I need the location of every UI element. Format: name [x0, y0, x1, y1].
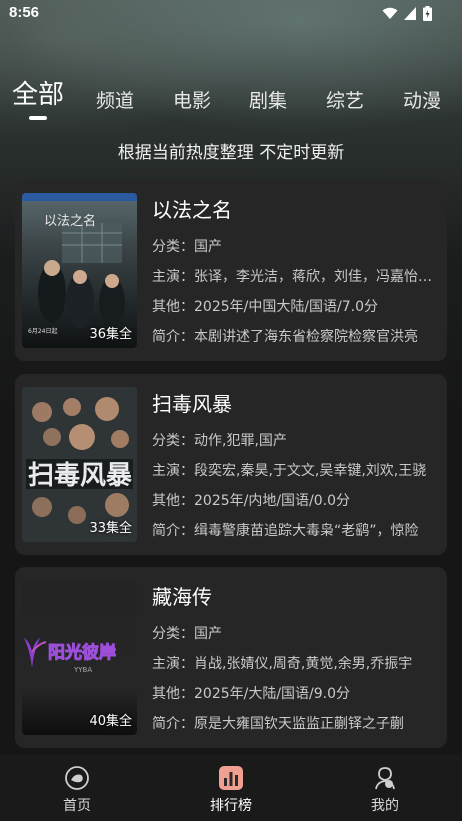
profile-icon — [375, 767, 395, 790]
logo-subtext: YYBA — [73, 666, 92, 674]
tab-all[interactable]: 全部 — [12, 74, 64, 111]
poster-image: 以法之名 6月24日起 36集全 — [22, 193, 137, 348]
nav-profile[interactable]: 我的 — [345, 765, 425, 815]
svg-text:扫毒风暴: 扫毒风暴 — [28, 461, 132, 491]
svg-text:6月24日起: 6月24日起 — [28, 327, 57, 335]
nav-ranking[interactable]: 排行榜 — [191, 765, 271, 815]
nav-home[interactable]: 首页 — [37, 765, 117, 815]
tab-anime[interactable]: 动漫 — [403, 86, 441, 113]
episode-count: 36集全 — [89, 327, 132, 342]
svg-text:以法之名: 以法之名 — [44, 213, 96, 229]
item-other: 其他：2025年/内地/国语/0.0分 — [152, 493, 351, 509]
item-category: 分类：国产 — [152, 239, 222, 255]
tab-series[interactable]: 剧集 — [249, 86, 287, 113]
category-tabs: 全部 频道 电影 剧集 综艺 动漫 — [0, 78, 462, 118]
item-other: 其他：2025年/大陆/国语/9.0分 — [152, 686, 351, 702]
nav-profile-label: 我的 — [371, 798, 399, 814]
logo-text: 阳光彼岸 — [48, 642, 116, 663]
item-cast: 主演：肖战,张婧仪,周奇,黄觉,余男,乔振宇 — [152, 656, 413, 672]
wifi-icon — [382, 7, 398, 19]
item-title: 以法之名 — [152, 198, 232, 222]
tab-channels[interactable]: 频道 — [96, 86, 134, 113]
item-title: 藏海传 — [152, 585, 212, 609]
status-bar: 8:56 — [0, 0, 462, 28]
episode-count: 33集全 — [89, 521, 132, 536]
bottom-nav: 首页 排行榜 我的 — [0, 755, 462, 821]
list-item[interactable]: 阳光彼岸 YYBA 40集全 藏海传 分类：国产 主演：肖战,张婧仪,周奇,黄觉… — [15, 567, 447, 748]
item-cast: 主演：段奕宏,秦昊,于文文,吴幸键,刘欢,王骁 — [152, 463, 427, 479]
item-title: 扫毒风暴 — [152, 392, 232, 416]
home-icon — [65, 766, 89, 790]
list-item[interactable]: 以法之名 6月24日起 36集全 以法之名 分类：国产 主演：张译，李光洁，蒋欣… — [15, 180, 447, 361]
item-intro: 简介：本剧讲述了海东省检察院检察官洪亮 — [152, 329, 418, 345]
tab-movies[interactable]: 电影 — [173, 86, 211, 113]
status-time: 8:56 — [9, 4, 40, 21]
battery-icon — [423, 6, 432, 21]
list-subtitle: 根据当前热度整理 不定时更新 — [117, 143, 345, 163]
tab-indicator — [29, 116, 47, 120]
poster-image: 扫毒风暴 33集全 — [22, 387, 137, 542]
item-cast: 主演：张译，李光洁，蒋欣，刘佳，冯嘉怡，孙骁 — [152, 269, 437, 285]
poster-image: 阳光彼岸 YYBA 40集全 — [22, 580, 137, 735]
episode-count: 40集全 — [89, 714, 132, 729]
ranking-icon — [219, 766, 243, 790]
list-item[interactable]: 扫毒风暴 33集全 扫毒风暴 分类：动作,犯罪,国产 主演：段奕宏,秦昊,于文文… — [15, 374, 447, 555]
tab-variety[interactable]: 综艺 — [326, 86, 364, 113]
nav-ranking-label: 排行榜 — [210, 798, 252, 814]
item-category: 分类：动作,犯罪,国产 — [152, 433, 287, 449]
signal-icon — [404, 7, 416, 20]
item-intro: 简介：缉毒警康苗追踪大毒枭“老鹞”，惊险 — [152, 523, 419, 539]
item-intro: 简介：原是大雍国钦天监监正蒯铎之子蒯 — [152, 716, 404, 732]
item-category: 分类：国产 — [152, 626, 222, 642]
item-other: 其他：2025年/中国大陆/国语/7.0分 — [152, 299, 379, 315]
nav-home-label: 首页 — [63, 798, 91, 814]
